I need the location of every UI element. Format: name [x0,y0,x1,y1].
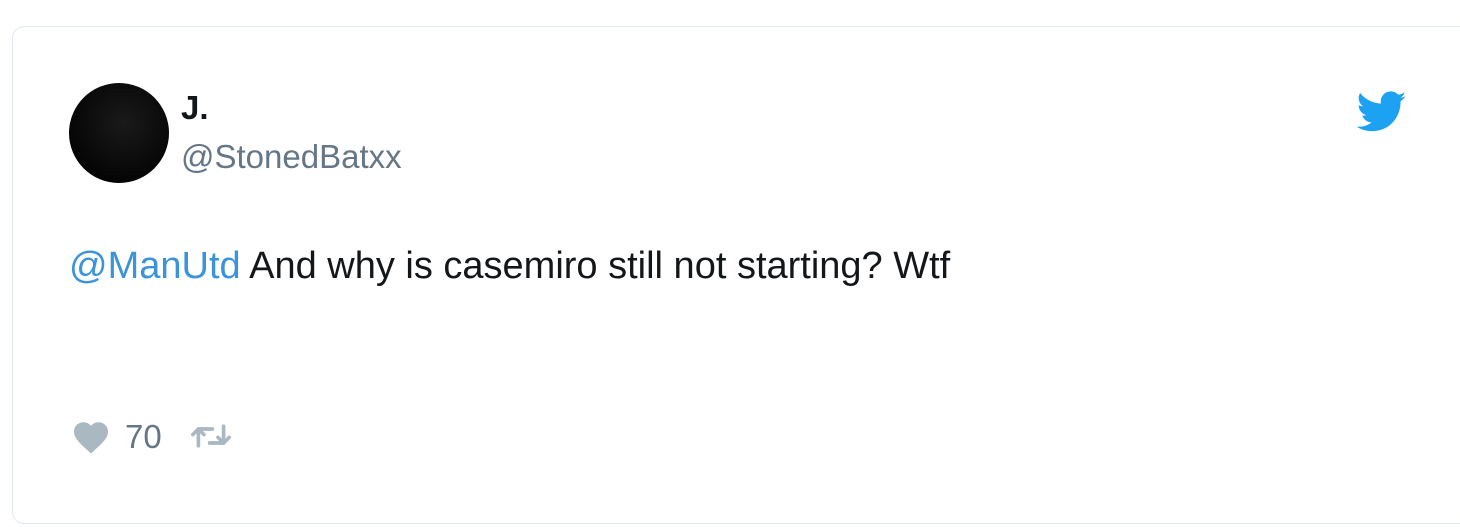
user-handle[interactable]: @StonedBatxx [181,140,402,173]
tweet-text: @ManUtd And why is casemiro still not st… [69,244,950,290]
avatar[interactable] [69,83,169,183]
tweet-actions: 70 [71,416,232,456]
display-name[interactable]: J. [181,91,209,124]
heart-icon[interactable] [71,418,111,454]
retweet-icon[interactable] [190,422,232,450]
like-count: 70 [125,417,162,455]
tweet-card[interactable]: J. @StonedBatxx @ManUtd And why is casem… [12,26,1460,524]
twitter-bird-icon[interactable] [1357,91,1407,133]
tweet-body: And why is casemiro still not starting? … [240,245,951,287]
mention-link[interactable]: @ManUtd [69,245,241,287]
